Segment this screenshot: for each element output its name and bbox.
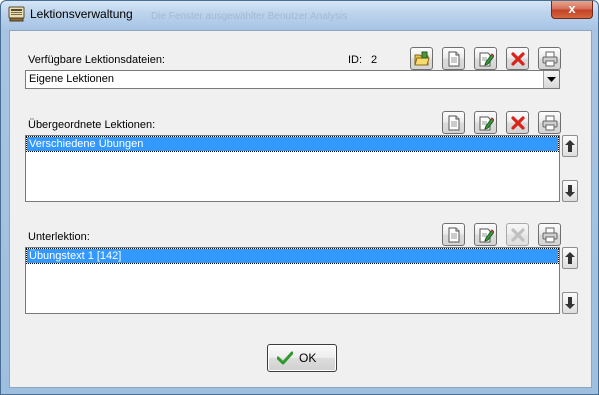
dialog-client-area: Verfügbare Lektionsdateien: ID: 2 Eigene… <box>9 30 592 388</box>
new-sub-button[interactable] <box>442 223 465 246</box>
arrow-up-icon <box>565 140 575 152</box>
move-down-button[interactable] <box>562 180 578 202</box>
print-icon <box>542 51 557 66</box>
id-label: ID: <box>348 54 363 66</box>
list-item[interactable]: Übungstext 1 [142] <box>26 248 559 264</box>
files-label: Verfügbare Lektionsdateien: <box>28 54 165 66</box>
dialog-window: Lektionsverwaltung Die Fenster ausgewähl… <box>0 0 599 395</box>
arrow-down-icon <box>565 185 575 197</box>
delete-sub-button[interactable] <box>506 223 529 246</box>
new-document-icon <box>448 115 459 130</box>
close-button[interactable]: x <box>551 1 593 19</box>
dropdown-arrow[interactable] <box>543 71 559 88</box>
ok-button-label: OK <box>299 351 317 365</box>
move-up-button[interactable] <box>562 135 578 157</box>
edit-document-icon <box>479 116 494 130</box>
new-file-button[interactable] <box>442 47 465 70</box>
print-icon <box>542 227 557 242</box>
edit-document-icon <box>479 52 494 66</box>
arrow-up-icon <box>565 252 575 264</box>
arrow-down-icon <box>565 297 575 309</box>
parent-lessons-list[interactable]: Verschiedene Übungen <box>25 135 560 202</box>
sub-lessons-list[interactable]: Übungstext 1 [142] <box>25 247 560 314</box>
delete-icon <box>510 51 525 66</box>
edit-file-button[interactable] <box>474 47 497 70</box>
dropdown-selected-value: Eigene Lektionen <box>29 73 115 85</box>
sub-lesson-label: Unterlektion: <box>28 231 90 243</box>
lesson-file-dropdown[interactable]: Eigene Lektionen <box>25 70 560 89</box>
print-sub-button[interactable] <box>538 223 561 246</box>
ok-button[interactable]: OK <box>267 344 337 372</box>
edit-parent-button[interactable] <box>474 111 497 134</box>
delete-icon <box>510 227 525 242</box>
delete-icon <box>510 115 525 130</box>
delete-parent-button[interactable] <box>506 111 529 134</box>
move-up-button[interactable] <box>562 247 578 269</box>
new-document-icon <box>448 51 459 66</box>
parent-lessons-label: Übergeordnete Lektionen: <box>28 119 156 131</box>
open-folder-button[interactable] <box>410 47 433 70</box>
chevron-down-icon <box>547 76 556 82</box>
edit-document-icon <box>479 228 494 242</box>
window-title: Lektionsverwaltung <box>30 7 133 21</box>
move-down-button[interactable] <box>562 292 578 314</box>
edit-sub-button[interactable] <box>474 223 497 246</box>
delete-file-button[interactable] <box>506 47 529 70</box>
new-parent-button[interactable] <box>442 111 465 134</box>
app-icon <box>8 6 25 22</box>
print-icon <box>542 115 557 130</box>
background-window-title: Die Fenster ausgewählter Benutzer Analys… <box>151 11 348 22</box>
title-bar[interactable]: Lektionsverwaltung Die Fenster ausgewähl… <box>1 1 598 28</box>
print-file-button[interactable] <box>538 47 561 70</box>
list-item[interactable]: Verschiedene Übungen <box>26 136 559 152</box>
new-document-icon <box>448 227 459 242</box>
print-parent-button[interactable] <box>538 111 561 134</box>
checkmark-icon <box>277 351 293 365</box>
open-folder-icon <box>413 51 430 65</box>
id-value: 2 <box>371 54 378 66</box>
